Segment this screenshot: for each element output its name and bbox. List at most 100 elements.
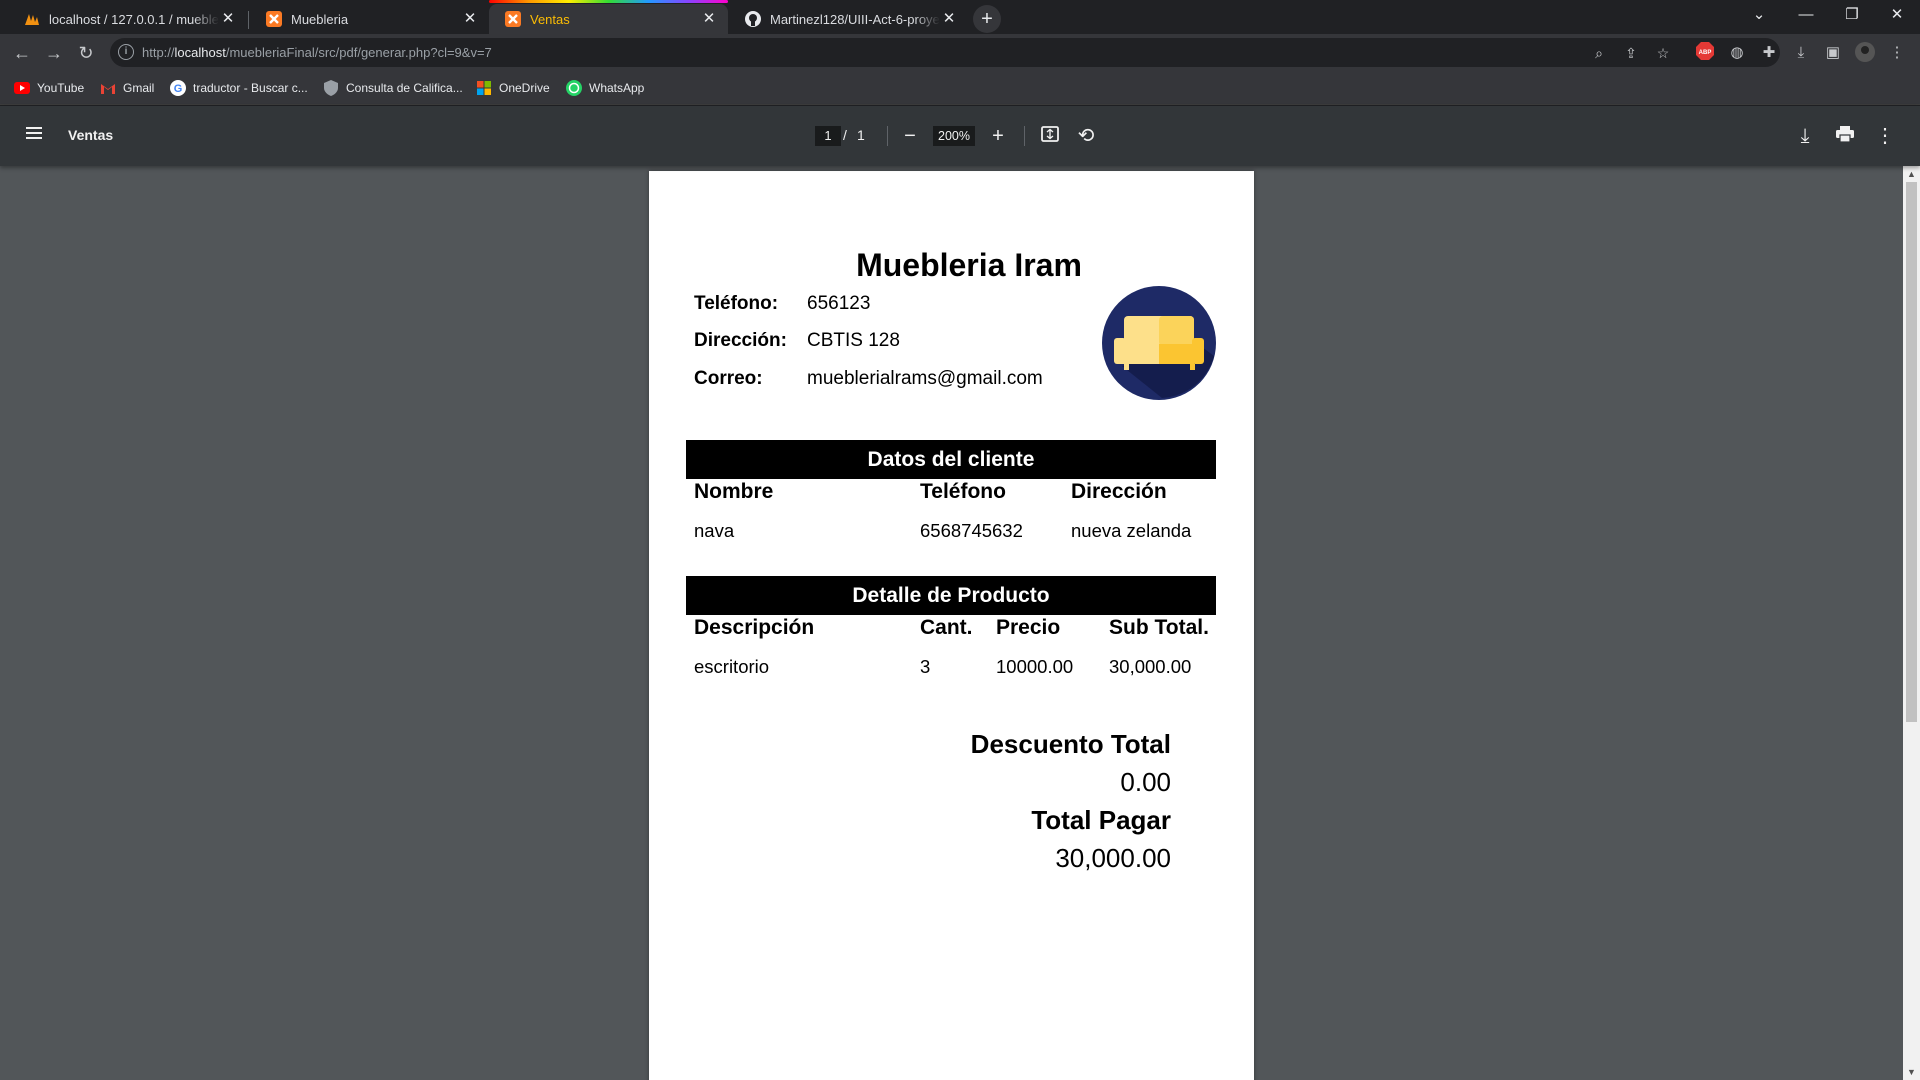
pdf-viewport[interactable]: Muebleria Iram Teléfono: 656123 Direcció… xyxy=(0,166,1920,1080)
shield-icon xyxy=(323,80,339,96)
xampp-icon xyxy=(266,11,282,27)
pdf-title: Ventas xyxy=(68,127,114,143)
email-value: mueblerialrams@gmail.com xyxy=(807,368,1043,389)
tab-title: Muebleria xyxy=(291,11,349,27)
product-header-subtotal: Sub Total. xyxy=(1109,616,1209,639)
url-host: localhost xyxy=(174,45,226,60)
url-scheme: http:// xyxy=(142,45,175,60)
tab-github[interactable]: Martinezl128/UIII-Act-6-proyecto ✕ xyxy=(729,4,968,34)
adblock-icon[interactable]: ABP xyxy=(1694,42,1716,64)
page-total: 1 xyxy=(857,127,865,143)
youtube-icon xyxy=(14,80,30,96)
bookmark-youtube[interactable]: YouTube xyxy=(14,79,84,97)
client-header-name: Nombre xyxy=(694,480,774,503)
extensions-puzzle-icon[interactable]: ✚ xyxy=(1758,42,1780,64)
client-address: nueva zelanda xyxy=(1071,520,1192,541)
bookmark-whatsapp[interactable]: WhatsApp xyxy=(566,79,644,97)
github-icon xyxy=(745,11,761,27)
forward-button[interactable]: → xyxy=(40,39,68,67)
tab-title: localhost / 127.0.0.1 / muebleria xyxy=(49,11,219,27)
tab-divider xyxy=(248,11,249,29)
product-subtotal: 30,000.00 xyxy=(1109,656,1192,677)
more-actions-icon[interactable]: ⋮ xyxy=(1872,123,1898,149)
page-number-input[interactable]: 1 xyxy=(815,126,841,146)
back-button[interactable]: ← xyxy=(8,39,36,67)
total-label: Total Pagar xyxy=(1031,805,1171,835)
client-section-header: Datos del cliente xyxy=(686,440,1216,479)
bookmark-onedrive[interactable]: OneDrive xyxy=(476,79,550,97)
toolbar-divider xyxy=(1024,126,1025,146)
site-info-icon[interactable]: i xyxy=(118,44,134,60)
zoom-in-button[interactable]: + xyxy=(985,123,1011,149)
bookmark-label: Gmail xyxy=(123,81,155,95)
reload-button[interactable]: ↻ xyxy=(72,39,100,67)
close-window-button[interactable]: ✕ xyxy=(1874,0,1920,30)
scrollbar-thumb[interactable] xyxy=(1906,182,1917,722)
tab-title: Ventas xyxy=(530,11,570,27)
rotate-icon[interactable]: ⟲ xyxy=(1073,123,1099,149)
address-bar[interactable]: i http://localhost/muebleriaFinal/src/pd… xyxy=(110,38,1780,67)
discount-value: 0.00 xyxy=(1120,767,1171,797)
close-tab-icon[interactable]: ✕ xyxy=(700,10,718,28)
browser-menu-icon[interactable]: ⋮ xyxy=(1886,42,1908,64)
fit-page-icon[interactable] xyxy=(1037,123,1063,149)
scroll-down-arrow-icon[interactable]: ▼ xyxy=(1903,1064,1920,1080)
zoom-out-button[interactable]: − xyxy=(897,123,923,149)
close-tab-icon[interactable]: ✕ xyxy=(461,10,479,28)
discount-label: Descuento Total xyxy=(970,729,1171,759)
product-price: 10000.00 xyxy=(996,656,1074,677)
browser-toolbar: ← → ↻ i http://localhost/muebleriaFinal/… xyxy=(0,34,1920,71)
bookmarks-bar: YouTube Gmail G traductor - Buscar c... … xyxy=(0,71,1920,105)
downloads-icon[interactable]: ⤓ xyxy=(1790,42,1812,64)
address-value: CBTIS 128 xyxy=(807,330,900,351)
url-text[interactable]: http://localhost/muebleriaFinal/src/pdf/… xyxy=(142,45,492,60)
client-name: nava xyxy=(694,520,735,541)
phpmyadmin-icon xyxy=(24,11,40,27)
restore-button[interactable]: ❐ xyxy=(1829,0,1875,30)
close-tab-icon[interactable]: ✕ xyxy=(219,10,237,28)
pdf-toolbar: Ventas 1 / 1 − 200% + ⟲ ⤓ ⋮ xyxy=(0,106,1920,166)
total-value: 30,000.00 xyxy=(1055,843,1171,873)
share-icon[interactable]: ⇪ xyxy=(1622,44,1640,62)
product-header-description: Descripción xyxy=(694,616,815,639)
zoom-level-input[interactable]: 200% xyxy=(933,126,975,146)
client-header-phone: Teléfono xyxy=(920,480,1006,503)
extension-bulb-icon[interactable]: ◍ xyxy=(1726,42,1748,64)
bookmark-label: YouTube xyxy=(37,81,85,95)
company-name: Muebleria Iram xyxy=(856,247,1082,283)
product-quantity: 3 xyxy=(920,656,931,677)
tab-ventas[interactable]: Ventas ✕ xyxy=(489,0,728,34)
svg-text:G: G xyxy=(174,83,183,95)
bookmark-consulta[interactable]: Consulta de Califica... xyxy=(323,79,463,97)
bookmark-star-icon[interactable]: ☆ xyxy=(1654,44,1672,62)
bookmark-label: WhatsApp xyxy=(589,81,645,95)
product-header-price: Precio xyxy=(996,616,1061,639)
tab-title: Martinezl128/UIII-Act-6-proyecto xyxy=(770,11,940,27)
sidebar-menu-icon[interactable] xyxy=(22,124,46,148)
sofa-logo-icon xyxy=(1102,286,1216,400)
whatsapp-icon xyxy=(566,80,582,96)
tab-search-icon[interactable]: ⌄ xyxy=(1736,0,1782,30)
phone-label: Teléfono: xyxy=(694,293,779,314)
print-icon[interactable] xyxy=(1832,123,1858,149)
close-tab-icon[interactable]: ✕ xyxy=(940,10,958,28)
minimize-button[interactable]: — xyxy=(1783,0,1829,30)
phone-value: 656123 xyxy=(807,293,871,314)
client-phone: 6568745632 xyxy=(920,520,1023,541)
side-panel-icon[interactable]: ▣ xyxy=(1822,42,1844,64)
svg-text:ABP: ABP xyxy=(1699,50,1712,56)
address-label: Dirección: xyxy=(694,330,787,351)
new-tab-button[interactable]: + xyxy=(973,5,1001,33)
tab-phpmyadmin[interactable]: localhost / 127.0.0.1 / muebleria ✕ xyxy=(8,4,247,34)
bookmark-gmail[interactable]: Gmail xyxy=(100,79,154,97)
scrollbar[interactable]: ▲ ▼ xyxy=(1903,166,1920,1080)
zoom-icon[interactable]: ⌕ xyxy=(1590,44,1608,62)
tab-muebleria[interactable]: Muebleria ✕ xyxy=(250,4,489,34)
bookmark-label: Consulta de Califica... xyxy=(346,81,463,95)
download-icon[interactable]: ⤓ xyxy=(1792,123,1818,149)
scroll-up-arrow-icon[interactable]: ▲ xyxy=(1903,166,1920,182)
bookmark-traductor[interactable]: G traductor - Buscar c... xyxy=(170,79,308,97)
profile-avatar[interactable] xyxy=(1854,42,1876,64)
product-section-header: Detalle de Producto xyxy=(686,576,1216,615)
gmail-icon xyxy=(100,80,116,96)
